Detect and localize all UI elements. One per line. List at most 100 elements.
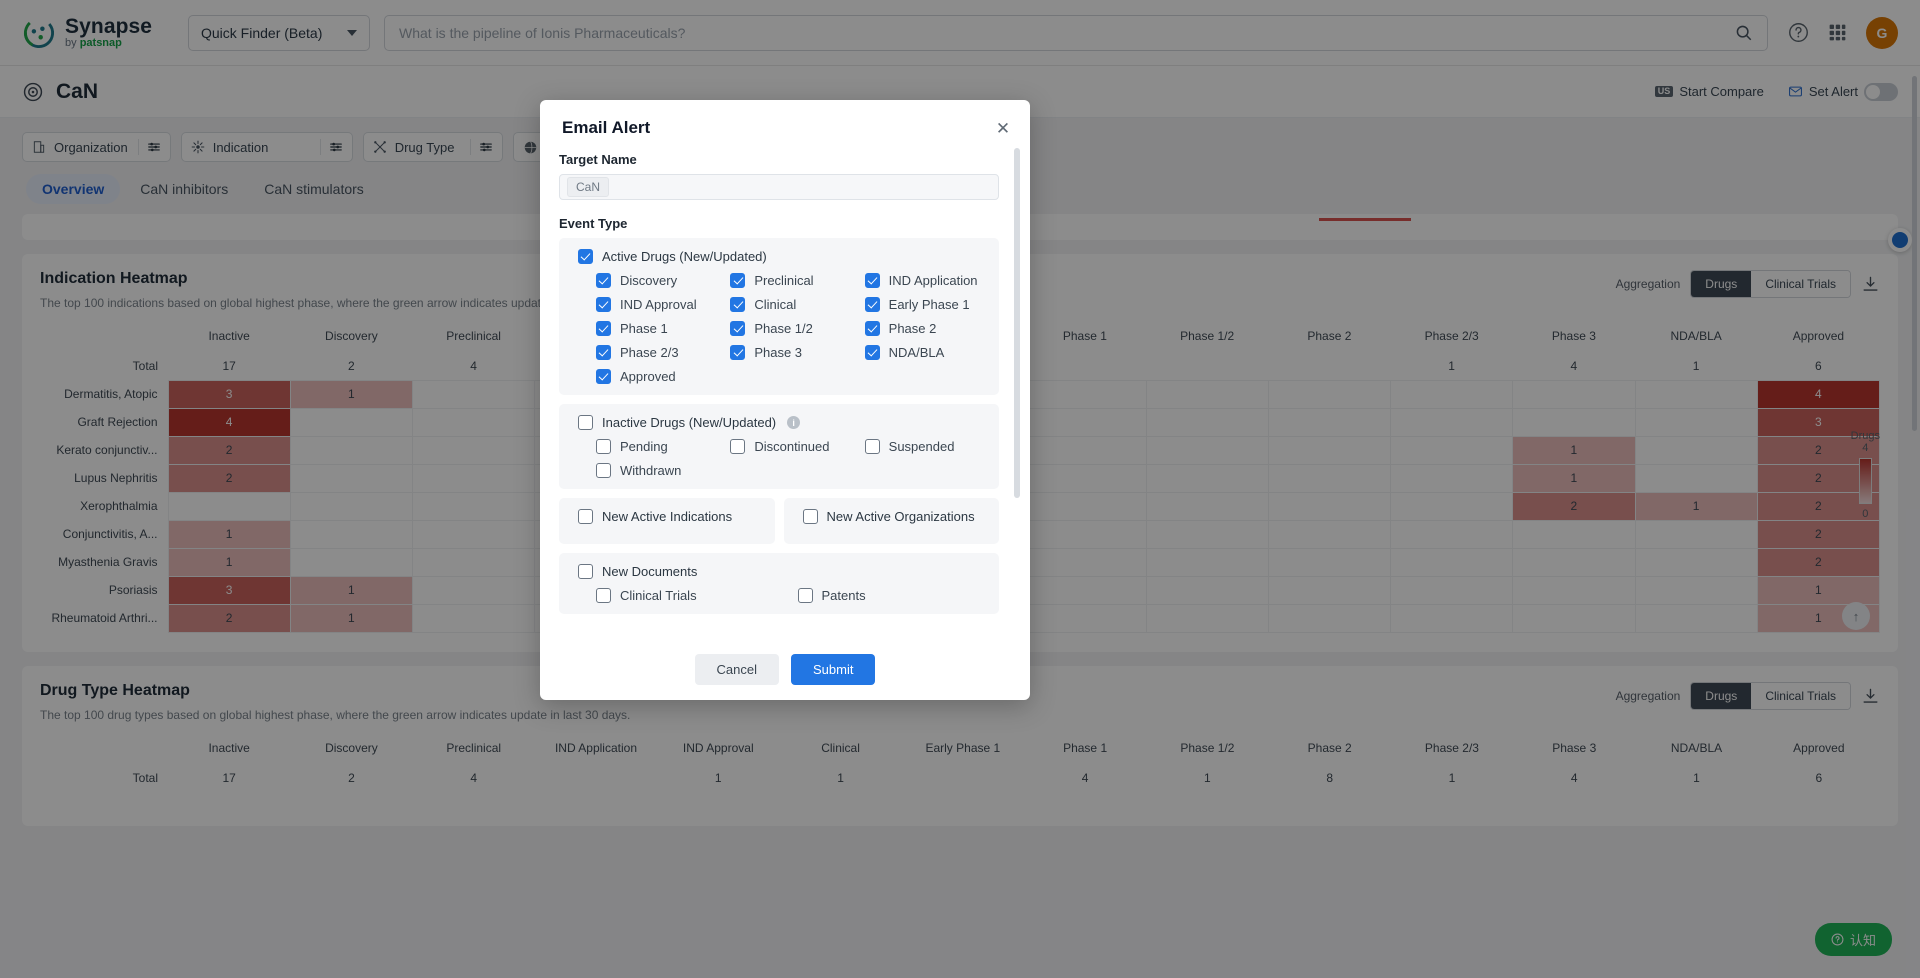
checkbox[interactable] (596, 321, 611, 336)
checkbox-label: NDA/BLA (888, 345, 945, 360)
target-name-label: Target Name (559, 152, 637, 167)
checkbox-row[interactable]: Suspended (864, 439, 999, 454)
checkbox-row[interactable]: Withdrawn (596, 463, 730, 478)
checkbox-label: Phase 1/2 (754, 321, 813, 336)
event-group-parent[interactable]: Inactive Drugs (New/Updated) i (559, 415, 999, 430)
close-icon[interactable]: ✕ (992, 118, 1014, 140)
checkbox[interactable] (596, 345, 611, 360)
checkbox[interactable] (730, 321, 746, 336)
checkbox[interactable] (596, 369, 611, 384)
checkbox-label: Withdrawn (620, 463, 682, 478)
event-group-parent[interactable]: New Documents (559, 564, 999, 579)
checkbox-row[interactable]: Patents (797, 588, 1000, 603)
checkbox-label: New Active Organizations (826, 509, 975, 524)
checkbox-label: Early Phase 1 (888, 297, 970, 312)
checkbox[interactable] (797, 588, 813, 603)
checkbox[interactable] (864, 321, 880, 336)
checkbox-row[interactable]: Preclinical (730, 273, 864, 288)
checkbox-row[interactable]: Early Phase 1 (864, 297, 999, 312)
event-group-children: Discovery Preclinical IND Application IND A… (559, 273, 999, 384)
checkbox-label: Suspended (888, 439, 955, 454)
checkbox[interactable] (596, 439, 611, 454)
modal-scroll-content: Target Name CaN Event Type Active Drugs … (559, 152, 1008, 632)
checkbox-row[interactable]: Phase 2 (864, 321, 999, 336)
checkbox-label: Active Drugs (New/Updated) (602, 249, 767, 264)
checkbox-row[interactable]: Discovery (596, 273, 730, 288)
checkbox[interactable] (596, 588, 611, 603)
checkbox-row[interactable]: New Active Indications (578, 509, 775, 524)
checkbox-row[interactable]: Phase 1 (596, 321, 730, 336)
checkbox-label: New Documents (602, 564, 698, 579)
checkbox-row[interactable]: New Documents (578, 564, 999, 579)
target-name-input[interactable]: CaN (559, 174, 999, 200)
checkbox[interactable] (864, 297, 880, 312)
submit-button[interactable]: Submit (791, 653, 876, 685)
event-group: New Active Indications (559, 498, 775, 544)
checkbox-label: IND Application (888, 273, 978, 288)
checkbox-label: Pending (620, 439, 668, 454)
checkbox-label: Phase 3 (754, 345, 803, 360)
checkbox-label: Preclinical (754, 273, 814, 288)
target-name-tag[interactable]: CaN (567, 177, 610, 197)
checkbox[interactable] (596, 297, 611, 312)
checkbox[interactable] (578, 564, 593, 579)
event-group-documents: New Documents Clinical Trials Patents (559, 553, 999, 614)
checkbox-row[interactable]: Phase 1/2 (730, 321, 864, 336)
event-type-groups: Active Drugs (New/Updated) Discovery Precl… (559, 238, 999, 614)
checkbox-row[interactable]: Clinical (730, 297, 864, 312)
checkbox[interactable] (864, 273, 880, 288)
modal-footer: Cancel Submit (540, 638, 1030, 700)
checkbox-label: Phase 2/3 (620, 345, 679, 360)
event-group-parent[interactable]: Active Drugs (New/Updated) (559, 249, 999, 264)
checkbox[interactable] (730, 297, 746, 312)
checkbox-label: Discontinued (754, 439, 830, 454)
modal-header: Email Alert ✕ (540, 100, 1030, 138)
checkbox[interactable] (864, 439, 880, 454)
checkbox[interactable] (596, 273, 611, 288)
checkbox[interactable] (578, 509, 593, 524)
checkbox-label: Discovery (620, 273, 678, 288)
event-group: Inactive Drugs (New/Updated) i Pending Disc… (559, 404, 999, 489)
modal-title: Email Alert (562, 118, 651, 137)
checkbox-row[interactable]: Pending (596, 439, 730, 454)
checkbox-label: IND Approval (620, 297, 697, 312)
checkbox[interactable] (578, 249, 593, 264)
checkbox-label: Phase 2 (888, 321, 937, 336)
modal-body: Target Name CaN Event Type Active Drugs … (540, 138, 1030, 638)
checkbox[interactable] (730, 273, 746, 288)
checkbox[interactable] (864, 345, 880, 360)
checkbox-row[interactable]: Phase 2/3 (596, 345, 730, 360)
modal-scrollbar[interactable] (1014, 148, 1020, 498)
checkbox-row[interactable]: Inactive Drugs (New/Updated) i (578, 415, 999, 430)
checkbox-row[interactable]: Active Drugs (New/Updated) (578, 249, 999, 264)
checkbox[interactable] (730, 345, 746, 360)
checkbox-row[interactable]: Phase 3 (730, 345, 864, 360)
info-icon[interactable]: i (787, 416, 801, 429)
checkbox-label: New Active Indications (602, 509, 733, 524)
email-alert-modal: Email Alert ✕ Target Name CaN Event Type… (540, 100, 1030, 700)
event-group: Active Drugs (New/Updated) Discovery Precl… (559, 238, 999, 395)
checkbox[interactable] (730, 439, 746, 454)
checkbox-row[interactable]: Approved (596, 369, 730, 384)
checkbox-row[interactable]: Clinical Trials (596, 588, 798, 603)
checkbox-label: Inactive Drugs (New/Updated) (602, 415, 777, 430)
checkbox[interactable] (802, 509, 818, 524)
checkbox-row[interactable]: NDA/BLA (864, 345, 999, 360)
new-active-row: New Active Indications New Active Organiz… (559, 498, 999, 544)
checkbox-label: Approved (620, 369, 676, 384)
checkbox-row[interactable]: New Active Organizations (802, 509, 1000, 524)
cancel-button[interactable]: Cancel (694, 653, 779, 685)
event-group-children: Clinical Trials Patents (559, 588, 999, 603)
checkbox[interactable] (596, 463, 611, 478)
event-group-parent[interactable]: New Active Indications (559, 509, 775, 524)
checkbox-row[interactable]: IND Application (864, 273, 999, 288)
checkbox-row[interactable]: IND Approval (596, 297, 730, 312)
event-group: New Active Organizations (783, 498, 1000, 544)
checkbox[interactable] (578, 415, 593, 430)
app-root: Synapse by patsnap Quick Finder (Beta) W… (0, 0, 1920, 978)
checkbox-row[interactable]: Discontinued (730, 439, 864, 454)
checkbox-label: Clinical Trials (620, 588, 697, 603)
checkbox-label: Phase 1 (620, 321, 668, 336)
event-group-parent[interactable]: New Active Organizations (784, 509, 1000, 524)
checkbox-label: Clinical (754, 297, 797, 312)
